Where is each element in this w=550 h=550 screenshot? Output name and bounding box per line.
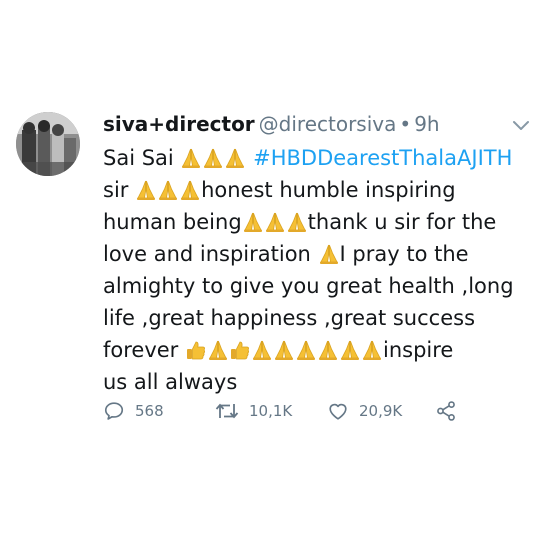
tweet-line: almighty to give you great health ,long <box>103 270 543 302</box>
tweet-text-segment: Sai Sai <box>103 146 181 170</box>
thumbs-up-emoji <box>185 339 207 361</box>
tweet-text-segment: us all always <box>103 370 238 394</box>
tweet-text-segment: thank u sir for the <box>307 210 497 234</box>
like-button[interactable]: 20,9K <box>327 400 402 422</box>
folded-hands-emoji <box>251 339 273 361</box>
retweet-button[interactable]: 10,1K <box>215 400 292 422</box>
tweet-text: Sai Sai #HBDDearestThalaAJITH sir honest … <box>103 142 543 398</box>
folded-hands-emoji <box>317 339 339 361</box>
tweet-line: human being thank u sir for the <box>103 206 543 238</box>
tweet-text-segment: love and inspiration <box>103 242 318 266</box>
thumbs-up-emoji <box>229 339 251 361</box>
tweet-line: Sai Sai #HBDDearestThalaAJITH <box>103 142 543 174</box>
folded-hands-emoji <box>339 339 361 361</box>
header-separator: • <box>399 112 412 136</box>
folded-hands-emoji <box>157 179 179 201</box>
folded-hands-emoji <box>202 147 224 169</box>
tweet-time[interactable]: 9h <box>414 112 439 136</box>
tweet-line: love and inspiration I pray to the <box>103 238 543 270</box>
tweet-text-segment: life ,great happiness ,great success <box>103 306 476 330</box>
folded-hands-emoji <box>207 339 229 361</box>
reply-count: 568 <box>135 402 164 420</box>
tweet-text-segment: I pray to the <box>339 242 469 266</box>
tweet-text-segment: inspire <box>383 338 454 362</box>
folded-hands-emoji <box>179 179 201 201</box>
avatar[interactable] <box>16 112 80 176</box>
folded-hands-emoji <box>224 147 246 169</box>
tweet-line: life ,great happiness ,great success <box>103 302 543 334</box>
tweet-text-segment: sir <box>103 178 136 202</box>
folded-hands-emoji <box>295 339 317 361</box>
like-count: 20,9K <box>359 402 403 420</box>
retweet-count: 10,1K <box>249 402 293 420</box>
tweet-card: siva+director @directorsiva • 9h Sai Sai… <box>0 0 550 550</box>
folded-hands-emoji <box>242 211 264 233</box>
tweet-header: siva+director @directorsiva • 9h <box>103 112 440 142</box>
share-icon <box>437 401 455 421</box>
tweet-line: us all always <box>103 366 543 398</box>
folded-hands-emoji <box>180 147 202 169</box>
author-name[interactable]: siva+director <box>103 112 255 136</box>
folded-hands-emoji <box>264 211 286 233</box>
tweet-line: sir honest humble inspiring <box>103 174 543 206</box>
tweet-text-segment: forever <box>103 338 185 362</box>
folded-hands-emoji <box>286 211 308 233</box>
folded-hands-emoji <box>135 179 157 201</box>
share-button[interactable] <box>435 400 467 422</box>
tweet-text-segment: almighty to give you great health ,long <box>103 274 514 298</box>
hashtag-link[interactable]: #HBDDearestThalaAJITH <box>253 146 512 170</box>
tweet-text-segment: human being <box>103 210 242 234</box>
reply-button[interactable]: 568 <box>103 400 164 422</box>
tweet-text-segment: honest humble inspiring <box>201 178 456 202</box>
heart-icon <box>329 403 347 420</box>
author-handle[interactable]: @directorsiva <box>259 112 397 136</box>
reply-icon <box>104 402 124 420</box>
retweet-icon <box>215 403 239 419</box>
chevron-down-icon[interactable] <box>512 120 530 132</box>
folded-hands-emoji <box>318 243 340 265</box>
folded-hands-emoji <box>361 339 383 361</box>
folded-hands-emoji <box>273 339 295 361</box>
tweet-line: forever inspire <box>103 334 543 366</box>
